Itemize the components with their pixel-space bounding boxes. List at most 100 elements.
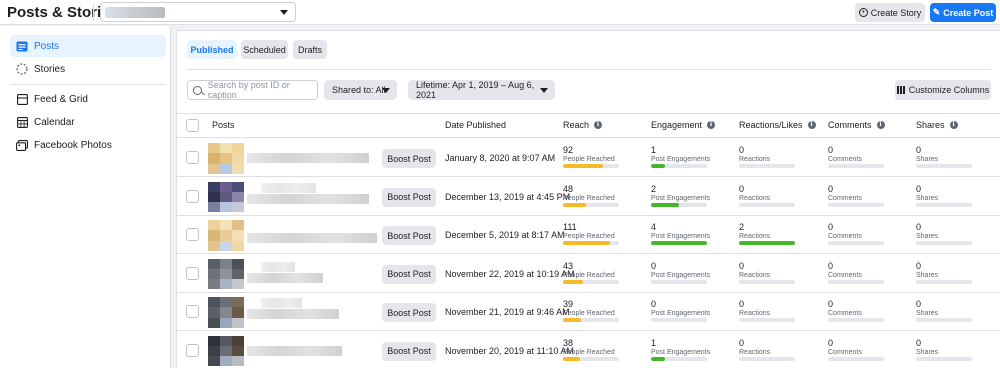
search-placeholder: Search by post ID or caption bbox=[207, 80, 290, 100]
shared-to-dropdown[interactable]: Shared to: All bbox=[324, 80, 397, 100]
shares-value: 0 bbox=[916, 222, 922, 232]
engagement-bar bbox=[651, 202, 707, 207]
column-header-engagement[interactable]: Engagement i bbox=[651, 120, 716, 130]
sidebar-item-label: Posts bbox=[34, 40, 60, 52]
engagement-cell: 4 Post Engagements bbox=[651, 222, 710, 245]
reach-bar bbox=[563, 164, 619, 168]
shares-value: 0 bbox=[916, 299, 922, 309]
chevron-down-icon bbox=[382, 88, 390, 93]
comments-bar bbox=[828, 164, 884, 168]
add-circle-icon: + bbox=[858, 8, 868, 17]
sidebar-item-stories[interactable]: Stories bbox=[10, 58, 166, 80]
sidebar-item-facebook-photos[interactable]: Facebook Photos bbox=[10, 134, 166, 156]
reactions-cell: 2 Reactions bbox=[739, 222, 795, 245]
row-checkbox[interactable] bbox=[186, 151, 199, 164]
table-row[interactable]: Boost Post January 8, 2020 at 9:07 AM 92… bbox=[177, 139, 1000, 177]
post-thumbnail[interactable] bbox=[208, 297, 244, 328]
tab-scheduled[interactable]: Scheduled bbox=[241, 40, 288, 59]
boost-post-button[interactable]: Boost Post bbox=[382, 149, 436, 168]
date-published: December 5, 2019 at 8:17 AM bbox=[445, 230, 565, 240]
post-thumbnail[interactable] bbox=[208, 181, 244, 213]
sidebar-item-feed-grid[interactable]: Feed & Grid bbox=[10, 88, 166, 110]
select-all-checkbox[interactable] bbox=[186, 119, 199, 132]
info-icon[interactable]: i bbox=[594, 121, 603, 129]
page-selector[interactable] bbox=[100, 2, 296, 22]
column-header-reactions[interactable]: Reactions/Likes i bbox=[739, 120, 816, 130]
info-icon[interactable]: i bbox=[876, 121, 885, 129]
info-icon[interactable]: i bbox=[707, 121, 716, 129]
reach-bar-fill bbox=[563, 318, 581, 322]
boost-post-button[interactable]: Boost Post bbox=[382, 264, 436, 284]
boost-post-button[interactable]: Boost Post bbox=[382, 303, 436, 322]
create-post-button[interactable]: ✎ Create Post bbox=[930, 3, 996, 22]
boost-post-button[interactable]: Boost Post bbox=[382, 341, 436, 361]
customize-columns-label: Customize Columns bbox=[908, 85, 990, 95]
post-thumbnail[interactable] bbox=[208, 335, 244, 367]
post-thumbnail[interactable] bbox=[208, 220, 244, 251]
column-header-comments[interactable]: Comments i bbox=[828, 120, 885, 130]
reach-value: 43 bbox=[563, 260, 574, 271]
column-header-date[interactable]: Date Published bbox=[445, 120, 506, 130]
engagement-bar bbox=[651, 356, 707, 361]
date-published: November 21, 2019 at 9:46 AM bbox=[445, 307, 570, 317]
reach-bar-fill bbox=[563, 356, 581, 361]
post-thumbnail[interactable] bbox=[208, 258, 244, 290]
comments-value: 0 bbox=[828, 222, 834, 232]
sidebar-item-label: Facebook Photos bbox=[34, 139, 112, 151]
info-icon[interactable]: i bbox=[949, 121, 958, 129]
engagement-bar bbox=[651, 318, 707, 322]
shares-label: Shares bbox=[916, 271, 939, 279]
comments-cell: 0 Comments bbox=[828, 261, 884, 284]
reach-cell: 92 People Reached bbox=[563, 145, 619, 168]
table-row[interactable]: Boost Post December 13, 2019 at 4:45 PM … bbox=[177, 178, 1000, 216]
row-checkbox[interactable] bbox=[186, 189, 199, 203]
column-header-posts[interactable]: Posts bbox=[212, 120, 235, 130]
shares-cell: 0 Shares bbox=[916, 222, 972, 245]
comments-bar bbox=[828, 279, 884, 284]
tab-drafts[interactable]: Drafts bbox=[293, 40, 327, 59]
shares-bar bbox=[916, 279, 972, 284]
comments-label: Comments bbox=[828, 271, 862, 279]
comments-bar bbox=[828, 318, 884, 322]
engagement-cell: 0 Post Engagements bbox=[651, 261, 710, 284]
shares-cell: 0 Shares bbox=[916, 184, 972, 207]
table-header: Posts Date Published Reach i Engagement i … bbox=[177, 113, 1000, 138]
table-row[interactable]: Boost Post November 20, 2019 at 11:10 AM… bbox=[177, 332, 1000, 368]
post-thumbnail[interactable] bbox=[208, 143, 244, 174]
customize-columns-button[interactable]: Customize Columns bbox=[895, 80, 991, 100]
chevron-down-icon bbox=[540, 88, 548, 93]
table-row[interactable]: Boost Post November 21, 2019 at 9:46 AM … bbox=[177, 293, 1000, 331]
row-checkbox[interactable] bbox=[186, 305, 199, 318]
comments-value: 0 bbox=[828, 183, 834, 194]
tab-published[interactable]: Published bbox=[187, 40, 237, 59]
engagement-label: Post Engagements bbox=[651, 194, 711, 202]
column-header-shares[interactable]: Shares i bbox=[916, 120, 958, 130]
info-icon[interactable]: i bbox=[807, 121, 816, 129]
comments-cell: 0 Comments bbox=[828, 145, 884, 168]
search-input[interactable]: Search by post ID or caption bbox=[187, 80, 318, 100]
engagement-cell: 1 Post Engagements bbox=[651, 338, 710, 361]
column-header-reach[interactable]: Reach i bbox=[563, 120, 603, 130]
comments-cell: 0 Comments bbox=[828, 184, 884, 207]
date-range-dropdown[interactable]: Lifetime: Apr 1, 2019 – Aug 6, 2021 bbox=[408, 80, 555, 100]
sidebar-item-posts[interactable]: Posts bbox=[10, 35, 166, 57]
reach-bar bbox=[563, 202, 619, 207]
reactions-bar bbox=[739, 241, 795, 245]
shares-label: Shares bbox=[916, 310, 939, 317]
reactions-bar-fill bbox=[739, 241, 795, 245]
reactions-cell: 0 Reactions bbox=[739, 145, 795, 168]
boost-post-button[interactable]: Boost Post bbox=[382, 187, 436, 207]
row-checkbox[interactable] bbox=[186, 228, 199, 241]
sidebar-item-calendar[interactable]: Calendar bbox=[10, 111, 166, 133]
reach-value: 92 bbox=[563, 145, 574, 155]
post-caption-redacted bbox=[261, 298, 302, 308]
table-row[interactable]: Boost Post December 5, 2019 at 8:17 AM 1… bbox=[177, 216, 1000, 254]
create-story-button[interactable]: + Create Story bbox=[855, 3, 925, 22]
calendar-icon bbox=[16, 116, 28, 128]
pencil-icon: ✎ bbox=[932, 7, 941, 17]
reactions-value: 0 bbox=[739, 260, 745, 271]
boost-post-button[interactable]: Boost Post bbox=[382, 226, 436, 245]
row-checkbox[interactable] bbox=[186, 266, 199, 280]
table-row[interactable]: Boost Post November 22, 2019 at 10:19 AM… bbox=[177, 255, 1000, 293]
row-checkbox[interactable] bbox=[186, 343, 199, 357]
